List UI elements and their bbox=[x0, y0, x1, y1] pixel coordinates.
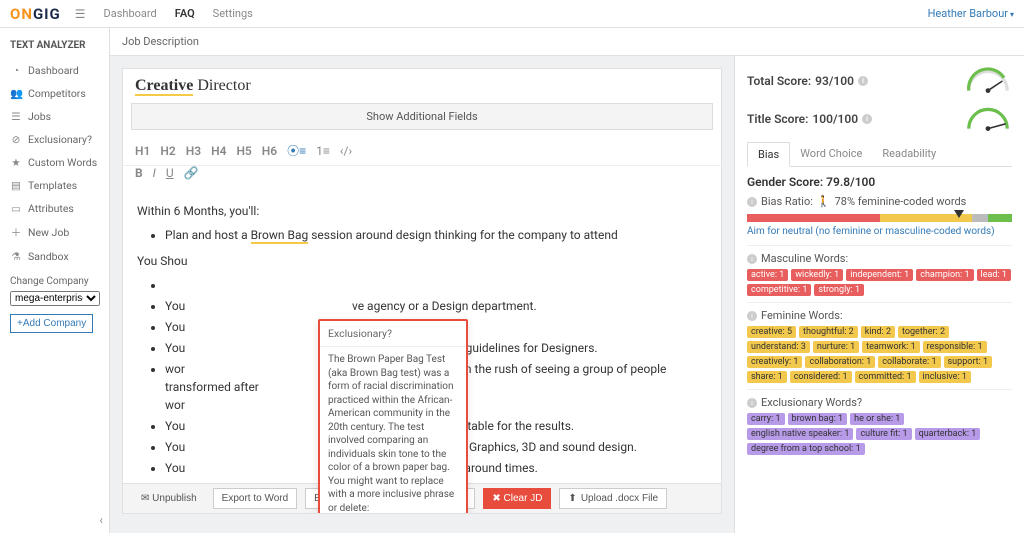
plus-icon: ＋ bbox=[10, 225, 22, 240]
flask-icon: ⚗ bbox=[10, 250, 22, 263]
tooltip-header: Exclusionary? bbox=[320, 321, 466, 347]
upload-icon: ⬆ bbox=[568, 493, 576, 504]
tag-icon: ▭ bbox=[10, 202, 22, 215]
info-icon[interactable]: i bbox=[862, 114, 872, 124]
word-chip[interactable]: competitive: 1 bbox=[747, 284, 811, 296]
code-icon[interactable]: ‹/› bbox=[340, 144, 352, 158]
title-score-gauge bbox=[964, 104, 1012, 134]
word-chip[interactable]: thoughtful: 2 bbox=[799, 326, 858, 338]
total-score-gauge bbox=[964, 66, 1012, 96]
h3-button[interactable]: H3 bbox=[186, 144, 201, 158]
hamburger-icon[interactable]: ☰ bbox=[75, 7, 86, 21]
h1-button[interactable]: H1 bbox=[135, 144, 150, 158]
list-icon: ☰ bbox=[10, 110, 22, 123]
h2-button[interactable]: H2 bbox=[160, 144, 175, 158]
word-chip[interactable]: support: 1 bbox=[944, 356, 993, 368]
collapse-sidebar-icon[interactable]: ‹ bbox=[99, 513, 103, 527]
word-chip[interactable]: teamwork: 1 bbox=[862, 341, 919, 353]
user-menu[interactable]: Heather Barbour bbox=[928, 7, 1014, 20]
exclusionary-tooltip: Exclusionary? The Brown Paper Bag Test (… bbox=[318, 319, 468, 514]
person-icon: 🚶 bbox=[817, 195, 831, 208]
breadcrumb: Job Description bbox=[110, 28, 1024, 56]
word-chip[interactable]: kind: 2 bbox=[861, 326, 895, 338]
info-icon[interactable]: i bbox=[747, 197, 757, 207]
link-button[interactable]: 🔗 bbox=[184, 166, 199, 180]
sidebar-item-exclusionary[interactable]: ⊘Exclusionary? bbox=[0, 128, 109, 151]
nav-faq[interactable]: FAQ bbox=[175, 7, 195, 20]
sidebar-item-jobs[interactable]: ☰Jobs bbox=[0, 105, 109, 128]
word-chip[interactable]: quarterback: 1 bbox=[915, 428, 981, 440]
logo: ONGIG bbox=[10, 5, 61, 23]
tab-readability[interactable]: Readability bbox=[872, 142, 946, 166]
export-word-button[interactable]: Export to Word bbox=[213, 488, 298, 509]
upload-docx-button[interactable]: ⬆Upload .docx File bbox=[559, 488, 667, 509]
word-chip[interactable]: wickedly: 1 bbox=[791, 269, 843, 281]
unpublish-button[interactable]: ✉ Unpublish bbox=[133, 489, 205, 508]
people-icon: 👥 bbox=[10, 87, 22, 100]
sidebar-item-competitors[interactable]: 👥Competitors bbox=[0, 82, 109, 105]
word-chip[interactable]: independent: 1 bbox=[846, 269, 913, 281]
numbered-list-icon[interactable]: 1≡ bbox=[316, 144, 330, 158]
underline-button[interactable]: U bbox=[166, 166, 174, 180]
bold-button[interactable]: B bbox=[135, 166, 143, 180]
nav-dashboard[interactable]: Dashboard bbox=[104, 7, 157, 20]
bias-hint: Aim for neutral (no feminine or masculin… bbox=[747, 226, 1012, 237]
template-icon: ▤ bbox=[10, 179, 22, 192]
word-chip[interactable]: nurture: 1 bbox=[813, 341, 859, 353]
bias-bar bbox=[747, 214, 1012, 222]
word-chip[interactable]: degree from a top school: 1 bbox=[747, 443, 865, 455]
info-icon[interactable]: i bbox=[747, 254, 757, 264]
change-company-label: Change Company bbox=[0, 268, 109, 289]
info-icon[interactable]: i bbox=[747, 398, 757, 408]
sidebar-item-custom-words[interactable]: ★Custom Words bbox=[0, 151, 109, 174]
bullet-list-icon[interactable]: ⦿≡ bbox=[287, 142, 306, 159]
ban-icon: ⊘ bbox=[10, 133, 22, 146]
tab-word-choice[interactable]: Word Choice bbox=[790, 142, 872, 166]
word-chip[interactable]: english native speaker: 1 bbox=[747, 428, 853, 440]
info-icon[interactable]: i bbox=[858, 76, 868, 86]
info-icon[interactable]: i bbox=[747, 311, 757, 321]
sidebar-item-dashboard[interactable]: ◔Dashboard bbox=[0, 59, 109, 82]
nav-settings[interactable]: Settings bbox=[213, 7, 253, 20]
italic-button[interactable]: I bbox=[153, 166, 156, 180]
word-chip[interactable]: carry: 1 bbox=[747, 413, 785, 425]
word-chip[interactable]: creative: 5 bbox=[747, 326, 796, 338]
word-chip[interactable]: he or she: 1 bbox=[850, 413, 904, 425]
sidebar-item-attributes[interactable]: ▭Attributes bbox=[0, 197, 109, 220]
show-additional-fields[interactable]: Show Additional Fields bbox=[131, 103, 713, 130]
word-chip[interactable]: committed: 1 bbox=[855, 371, 916, 383]
word-chip[interactable]: creatively: 1 bbox=[747, 356, 802, 368]
sidebar-item-new-job[interactable]: ＋New Job bbox=[0, 220, 109, 245]
company-select[interactable]: mega-enterprises bbox=[10, 291, 100, 306]
word-chip[interactable]: responsible: 1 bbox=[923, 341, 987, 353]
tab-bias[interactable]: Bias bbox=[747, 142, 790, 167]
h5-button[interactable]: H5 bbox=[236, 144, 251, 158]
jd-title[interactable]: Creative Director bbox=[123, 69, 721, 99]
word-chip[interactable]: considered: 1 bbox=[790, 371, 852, 383]
word-chip[interactable]: collaboration: 1 bbox=[805, 356, 875, 368]
word-chip[interactable]: active: 1 bbox=[747, 269, 788, 281]
word-chip[interactable]: lead: 1 bbox=[977, 269, 1011, 281]
word-chip[interactable]: champion: 1 bbox=[916, 269, 973, 281]
word-chip[interactable]: brown bag: 1 bbox=[788, 413, 848, 425]
sidebar-item-templates[interactable]: ▤Templates bbox=[0, 174, 109, 197]
word-chip[interactable]: inclusive: 1 bbox=[919, 371, 971, 383]
word-chip[interactable]: understand: 3 bbox=[747, 341, 810, 353]
word-chip[interactable]: share: 1 bbox=[747, 371, 787, 383]
word-chip[interactable]: collaborate: 1 bbox=[878, 356, 940, 368]
h6-button[interactable]: H6 bbox=[262, 144, 277, 158]
word-chip[interactable]: strongly: 1 bbox=[814, 284, 864, 296]
star-icon: ★ bbox=[10, 156, 22, 169]
sidebar-item-sandbox[interactable]: ⚗Sandbox bbox=[0, 245, 109, 268]
clear-jd-button[interactable]: ✖ Clear JD bbox=[483, 488, 551, 509]
h4-button[interactable]: H4 bbox=[211, 144, 226, 158]
sidebar-title: TEXT ANALYZER bbox=[0, 36, 109, 59]
word-chip[interactable]: culture fit: 1 bbox=[856, 428, 911, 440]
gauge-icon: ◔ bbox=[10, 64, 22, 77]
add-company-button[interactable]: +Add Company bbox=[10, 314, 93, 333]
word-chip[interactable]: together: 2 bbox=[898, 326, 949, 338]
